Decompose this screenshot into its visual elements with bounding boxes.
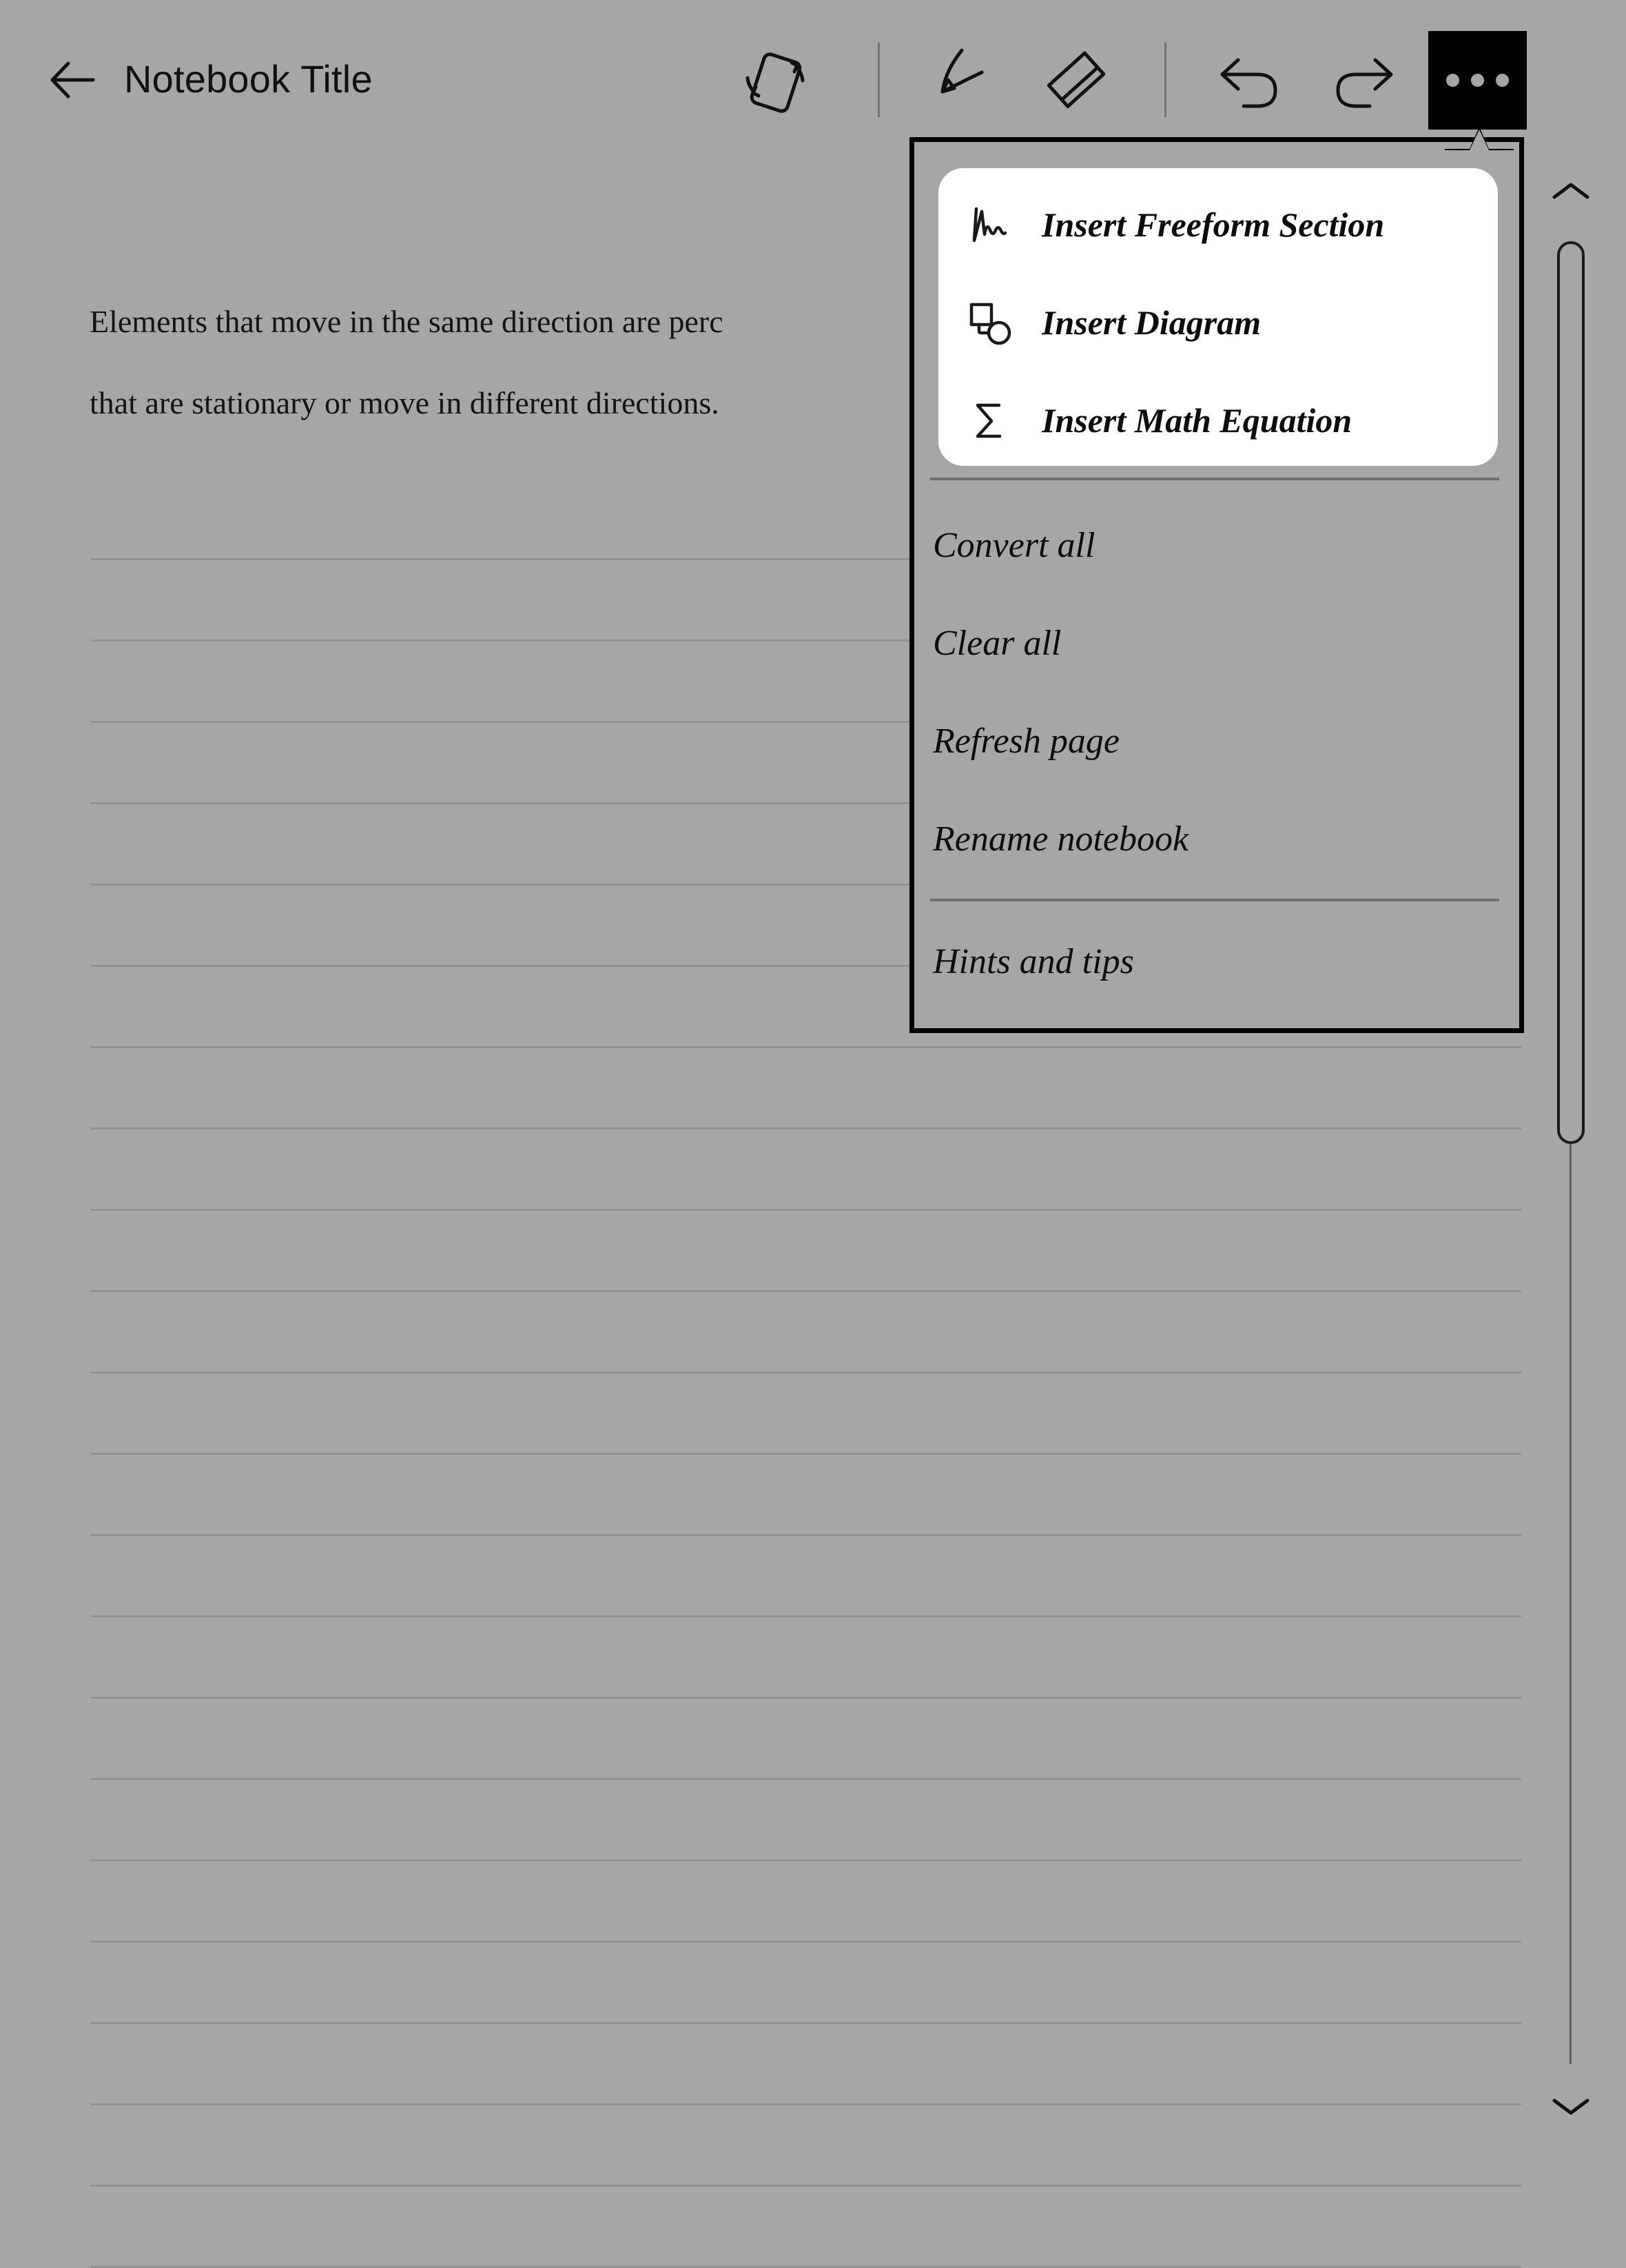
note-line-1: Elements that move in the same direction… xyxy=(90,304,723,339)
page-scrollbar[interactable] xyxy=(1546,0,1596,2171)
menu-item-label: Convert all xyxy=(933,525,1095,565)
ruled-line xyxy=(91,1127,1521,1130)
chevron-up-icon xyxy=(1552,183,1589,199)
rotate-page-icon xyxy=(745,52,805,113)
menu-item-insert-math-equation[interactable]: Insert Math Equation xyxy=(938,371,1498,470)
more-icon xyxy=(1428,31,1527,130)
page-title: Notebook Title xyxy=(124,57,373,101)
ruled-line xyxy=(91,1697,1521,1699)
toolbar-separator-2 xyxy=(1164,43,1166,117)
ruled-line xyxy=(91,1046,1521,1048)
arrow-left-icon xyxy=(50,61,95,99)
toolbar-separator-1 xyxy=(878,43,880,117)
insert-group-card: Insert Freeform Section Insert Diagram I… xyxy=(938,168,1498,466)
back-button[interactable] xyxy=(50,59,95,101)
ruled-line xyxy=(91,1453,1521,1455)
eraser-icon xyxy=(1047,51,1106,108)
scroll-down-button[interactable] xyxy=(1550,2092,1592,2120)
ruled-line xyxy=(91,1941,1521,1943)
menu-item-label: Insert Diagram xyxy=(1042,303,1262,342)
pen-button[interactable] xyxy=(916,31,1015,130)
menu-divider-1 xyxy=(930,478,1499,480)
ruled-line xyxy=(91,1778,1521,1780)
eraser-button[interactable] xyxy=(1027,31,1125,130)
more-options-menu: Insert Freeform Section Insert Diagram I… xyxy=(909,137,1524,1033)
undo-button[interactable] xyxy=(1202,31,1301,130)
menu-caret xyxy=(1445,127,1514,150)
undo-icon xyxy=(1220,58,1277,108)
redo-button[interactable] xyxy=(1313,31,1411,130)
menu-item-clear-all[interactable]: Clear all xyxy=(914,594,1519,692)
ruled-line xyxy=(91,1371,1521,1373)
menu-item-label: Hints and tips xyxy=(933,941,1134,981)
note-line-2: that are stationary or move in different… xyxy=(90,385,719,420)
redo-icon xyxy=(1336,58,1393,108)
menu-item-refresh-page[interactable]: Refresh page xyxy=(914,692,1519,790)
menu-item-label: Insert Math Equation xyxy=(1042,401,1352,440)
note-body: Elements that move in the same direction… xyxy=(90,281,916,444)
menu-item-insert-freeform-section[interactable]: Insert Freeform Section xyxy=(938,175,1498,274)
menu-item-label: Insert Freeform Section xyxy=(1042,205,1385,244)
menu-item-convert-all[interactable]: Convert all xyxy=(914,496,1519,594)
chevron-down-icon xyxy=(1552,2098,1589,2115)
menu-item-hints-and-tips[interactable]: Hints and tips xyxy=(914,912,1519,1010)
ruled-line xyxy=(91,1209,1521,1211)
ruled-line xyxy=(91,1859,1521,1861)
menu-item-label: Clear all xyxy=(933,623,1062,663)
sigma-icon xyxy=(938,395,1042,446)
more-options-button[interactable] xyxy=(1428,31,1527,130)
ruled-line xyxy=(91,2022,1521,2024)
menu-item-label: Refresh page xyxy=(933,721,1120,761)
ruled-line xyxy=(91,1290,1521,1292)
ruled-line xyxy=(91,1615,1521,1617)
menu-item-rename-notebook[interactable]: Rename notebook xyxy=(914,790,1519,888)
freeform-scribble-icon xyxy=(938,199,1042,250)
app-header: Notebook Title xyxy=(0,0,1626,160)
ruled-line xyxy=(91,2103,1521,2105)
ruled-line xyxy=(91,1534,1521,1536)
scrollbar-thumb[interactable] xyxy=(1557,241,1585,1144)
menu-item-label: Rename notebook xyxy=(933,819,1189,859)
menu-divider-2 xyxy=(930,899,1499,901)
scroll-up-button[interactable] xyxy=(1550,178,1592,205)
rotate-page-button[interactable] xyxy=(725,31,824,130)
pen-icon xyxy=(940,48,984,94)
menu-item-insert-diagram[interactable]: Insert Diagram xyxy=(938,273,1498,372)
ruled-line xyxy=(91,2185,1521,2187)
diagram-icon xyxy=(938,297,1042,348)
